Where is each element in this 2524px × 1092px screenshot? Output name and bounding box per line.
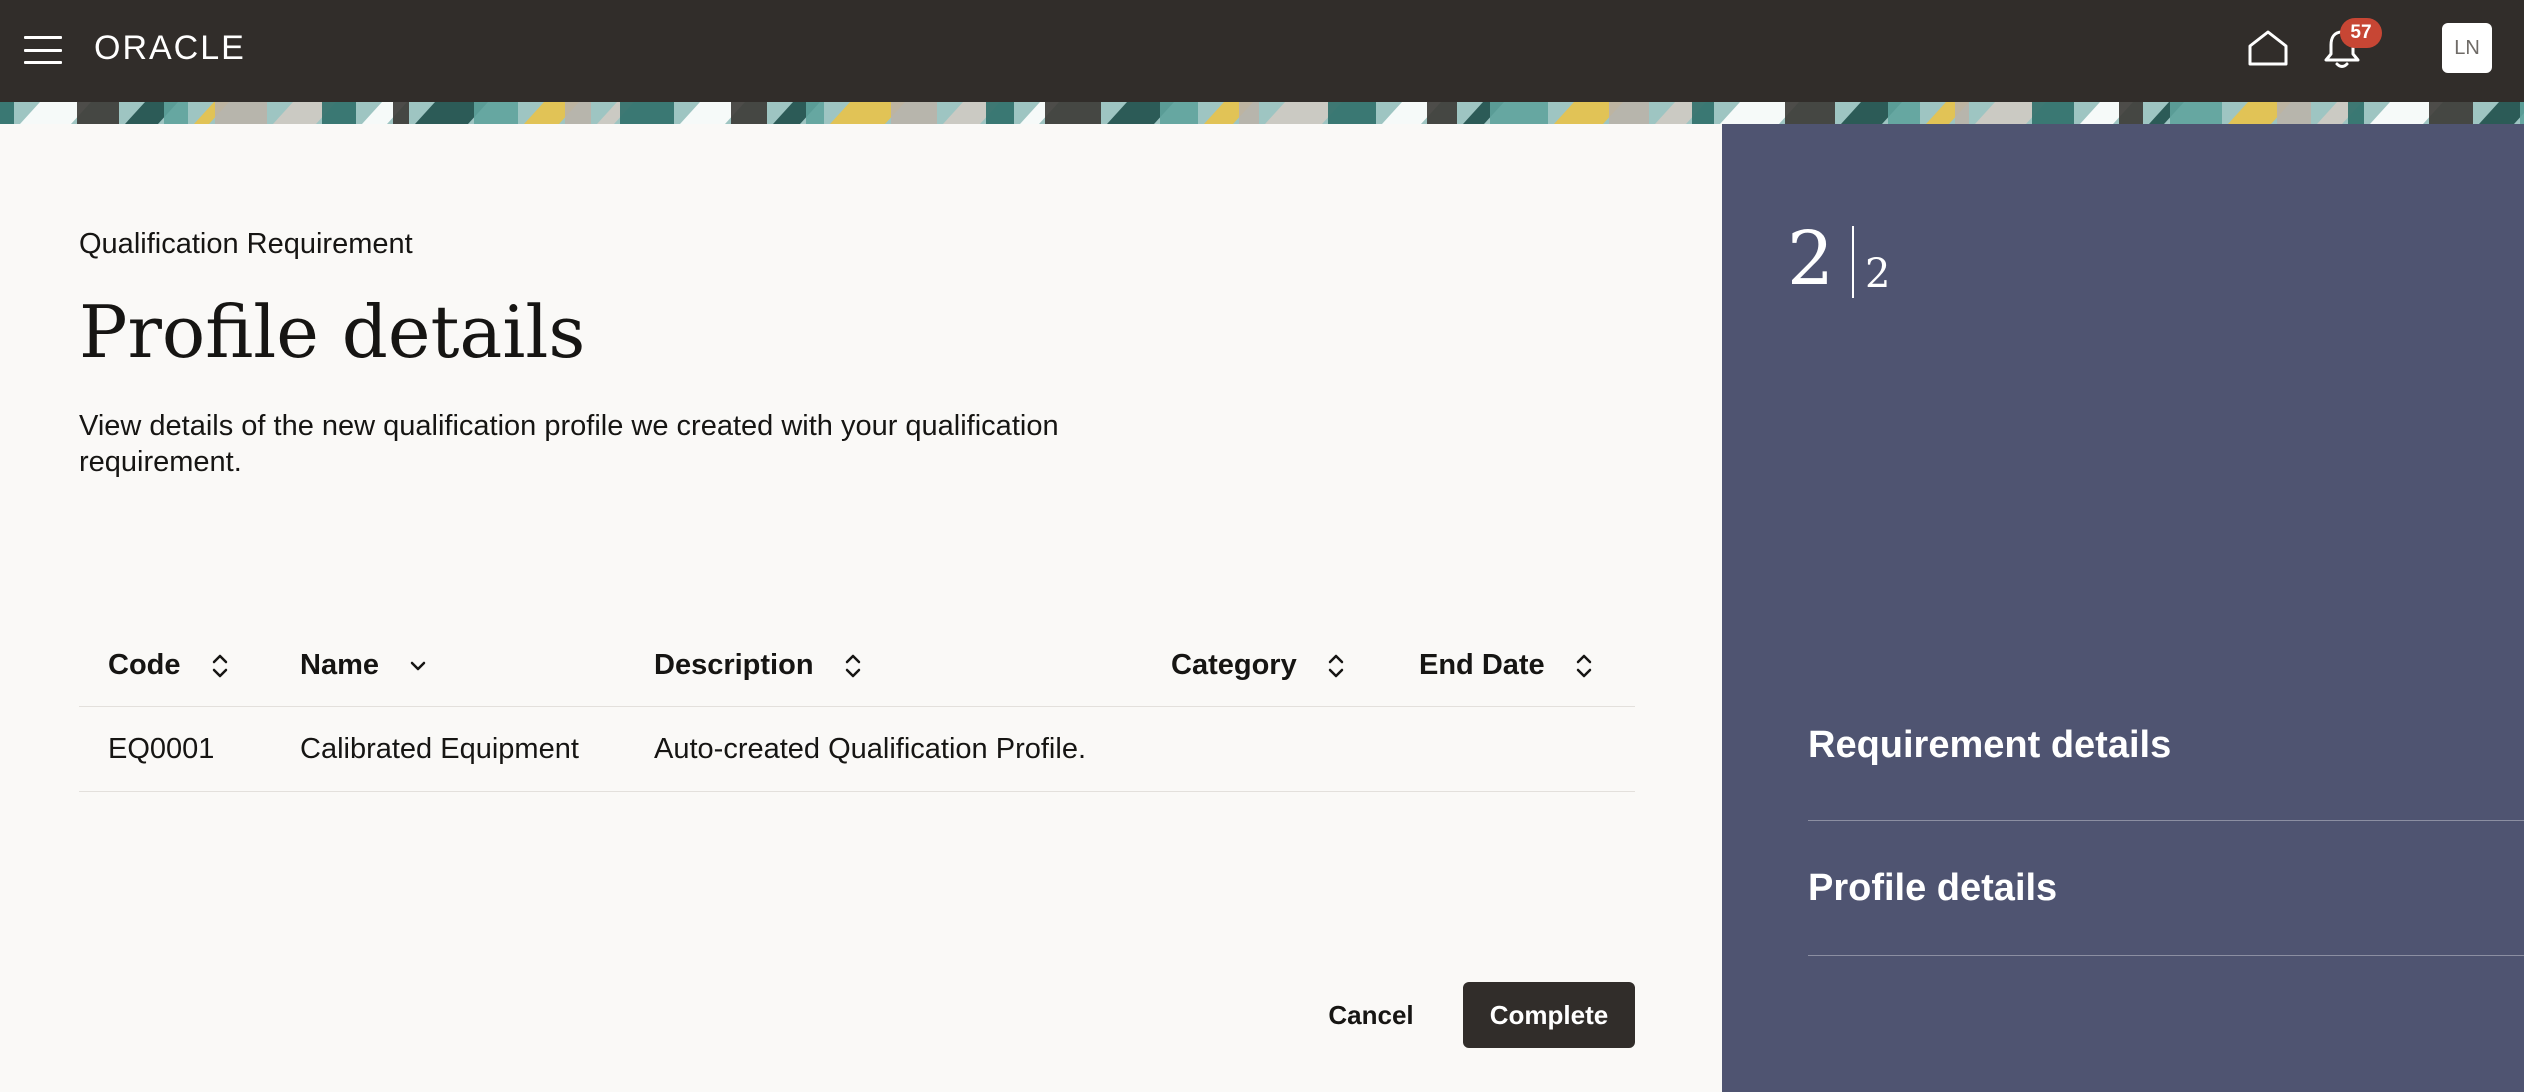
step-navigation: Requirement details Profile details [1808, 712, 2524, 956]
page-title: Profile details [79, 290, 586, 374]
column-label: Description [654, 649, 814, 681]
step-profile-details[interactable]: Profile details [1808, 821, 2524, 956]
sort-icon [1576, 655, 1591, 678]
cell-description: Auto-created Qualification Profile. [654, 733, 1086, 765]
complete-button[interactable]: Complete [1463, 982, 1635, 1048]
column-label: Category [1171, 649, 1297, 681]
page-subtitle: View details of the new qualification pr… [79, 410, 1059, 478]
column-header-name[interactable]: Name [300, 624, 427, 706]
column-header-description[interactable]: Description [654, 624, 862, 706]
sort-descending-icon [410, 662, 426, 671]
column-label: End Date [1419, 649, 1545, 681]
profiles-table: Code Name Description Category End Date … [79, 624, 1635, 792]
main-content: Qualification Requirement Profile detail… [0, 124, 1722, 1092]
column-label: Code [108, 649, 181, 681]
table-header: Code Name Description Category End Date [79, 624, 1635, 707]
user-avatar[interactable]: LN [2442, 23, 2492, 73]
total-steps-number: 2 [1865, 251, 1891, 297]
current-step-number: 2 [1787, 216, 1835, 302]
column-label: Name [300, 649, 379, 681]
decorative-banner [0, 102, 2524, 124]
sort-icon [212, 655, 227, 678]
step-divider [1852, 226, 1854, 298]
cell-code: EQ0001 [108, 733, 215, 765]
home-icon[interactable] [2246, 28, 2290, 68]
sort-icon [845, 655, 860, 678]
menu-icon[interactable] [24, 36, 62, 64]
page-eyebrow: Qualification Requirement [79, 228, 413, 260]
step-requirement-details[interactable]: Requirement details [1808, 712, 2524, 821]
progress-panel: 2 2 Requirement details Profile details [1722, 124, 2524, 1092]
column-header-code[interactable]: Code [108, 624, 229, 706]
table-row[interactable]: EQ0001 Calibrated Equipment Auto-created… [79, 707, 1635, 792]
column-header-category[interactable]: Category [1171, 624, 1345, 706]
cell-name: Calibrated Equipment [300, 733, 579, 765]
sort-icon [1328, 655, 1344, 678]
column-header-end-date[interactable]: End Date [1419, 624, 1593, 706]
oracle-logo[interactable]: ORACLE [94, 26, 246, 70]
cancel-button[interactable]: Cancel [1308, 982, 1434, 1048]
top-bar: ORACLE 57 LN [0, 0, 2524, 102]
notification-badge: 57 [2340, 18, 2382, 48]
